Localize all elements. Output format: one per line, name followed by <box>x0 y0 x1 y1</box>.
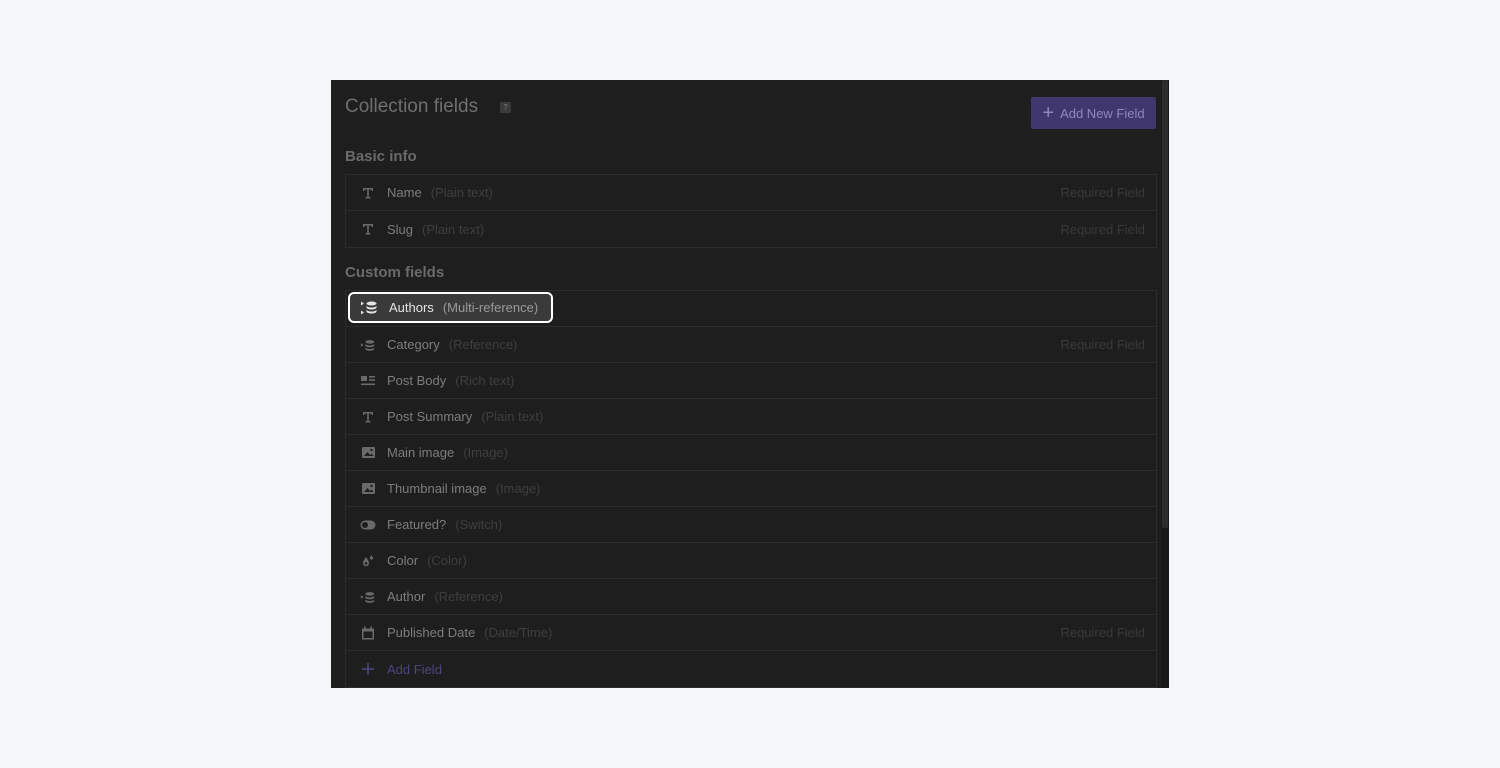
basic-info-list: Name (Plain text) Required Field Slug (P… <box>345 174 1157 248</box>
image-icon <box>360 445 376 461</box>
field-name: Published Date <box>387 625 476 640</box>
field-row-name[interactable]: Name (Plain text) Required Field <box>346 175 1156 211</box>
field-name: Thumbnail image <box>387 481 487 496</box>
help-icon[interactable]: ? <box>500 102 511 113</box>
required-label: Required Field <box>1060 337 1145 352</box>
field-type: (Plain text) <box>422 221 485 237</box>
required-label: Required Field <box>1060 221 1145 237</box>
field-name: Color <box>387 553 419 568</box>
field-row-featured[interactable]: Featured? (Switch) <box>346 507 1156 543</box>
field-type: (Rich text) <box>455 373 515 388</box>
field-name: Slug <box>387 221 414 237</box>
collection-fields-panel: Collection fields ? + Add New Field Basi… <box>331 80 1169 688</box>
field-name: Post Summary <box>387 409 473 424</box>
color-drop-icon <box>360 553 376 569</box>
field-name: Featured? <box>387 517 447 532</box>
field-row-post-summary[interactable]: Post Summary (Plain text) <box>346 399 1156 435</box>
section-title-custom-fields: Custom fields <box>345 264 445 281</box>
field-type: (Reference) <box>448 337 518 352</box>
switch-icon <box>360 517 376 533</box>
field-row-slug[interactable]: Slug (Plain text) Required Field <box>346 211 1156 247</box>
field-type: (Color) <box>427 553 467 568</box>
text-icon <box>360 409 376 425</box>
plus-icon <box>360 661 376 677</box>
field-type: (Plain text) <box>481 409 544 424</box>
field-row-thumbnail-image[interactable]: Thumbnail image (Image) <box>346 471 1156 507</box>
field-type: (Image) <box>495 481 541 496</box>
reference-icon <box>360 589 376 605</box>
scrollbar-thumb[interactable] <box>1162 80 1168 528</box>
field-row-post-body[interactable]: Post Body (Rich text) <box>346 363 1156 399</box>
plus-icon: + <box>1042 102 1055 124</box>
scrollbar-track[interactable] <box>1161 80 1169 688</box>
field-row-authors-highlight[interactable]: Authors (Multi-reference) <box>348 292 553 323</box>
field-type: (Image) <box>463 445 508 460</box>
custom-fields-list: Category (Reference) Required Field Post… <box>345 290 1157 688</box>
add-new-field-label: Add New Field <box>1060 105 1145 121</box>
image-icon <box>360 481 376 497</box>
required-label: Required Field <box>1060 185 1145 200</box>
field-type: (Date/Time) <box>484 625 553 640</box>
field-type: (Switch) <box>455 517 503 532</box>
add-field-button[interactable]: Add Field <box>346 651 1156 687</box>
field-type: (Multi-reference) <box>442 300 539 315</box>
add-field-label: Add Field <box>387 661 442 677</box>
field-name: Authors <box>389 300 434 315</box>
page-title: Collection fields <box>345 96 479 117</box>
calendar-icon <box>360 625 376 641</box>
field-row-category[interactable]: Category (Reference) Required Field <box>346 327 1156 363</box>
field-row-published-date[interactable]: Published Date (Date/Time) Required Fiel… <box>346 615 1156 651</box>
field-name: Author <box>387 589 426 604</box>
field-row-author[interactable]: Author (Reference) <box>346 579 1156 615</box>
field-type: (Reference) <box>434 589 503 604</box>
field-name: Main image <box>387 445 455 460</box>
text-icon <box>360 221 376 237</box>
field-name: Post Body <box>387 373 447 388</box>
field-name: Name <box>387 185 422 200</box>
field-row-main-image[interactable]: Main image (Image) <box>346 435 1156 471</box>
text-icon <box>360 185 376 201</box>
field-row-color[interactable]: Color (Color) <box>346 543 1156 579</box>
field-name: Category <box>387 337 440 352</box>
field-type: (Plain text) <box>430 185 493 200</box>
required-label: Required Field <box>1060 625 1145 640</box>
reference-icon <box>360 337 376 353</box>
multi-reference-icon <box>360 300 378 316</box>
add-new-field-button[interactable]: + Add New Field <box>1031 97 1156 129</box>
section-title-basic-info: Basic info <box>345 148 417 165</box>
rich-text-icon <box>360 373 376 389</box>
